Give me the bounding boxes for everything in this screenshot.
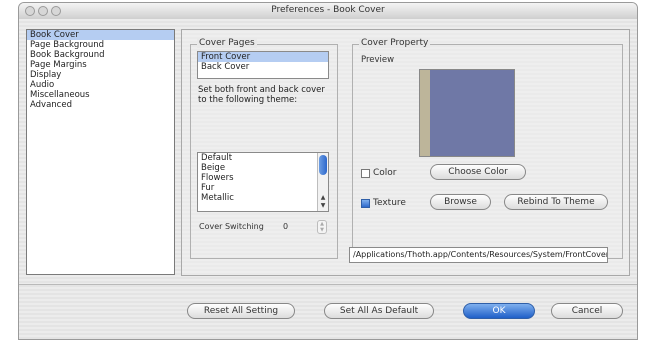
scrollbar-thumb[interactable] — [319, 155, 327, 175]
cover-pages-list[interactable]: Front Cover Back Cover — [197, 51, 329, 79]
cover-switching-label: Cover Switching — [199, 222, 264, 231]
cover-preview-spine — [420, 70, 430, 156]
cover-page-item-back[interactable]: Back Cover — [198, 62, 328, 72]
theme-item-fur[interactable]: Fur — [198, 183, 328, 193]
scroll-down-arrow-icon[interactable]: ▼ — [318, 202, 328, 210]
footer-separator — [19, 284, 637, 285]
theme-item-metallic[interactable]: Metallic — [198, 193, 328, 203]
theme-item-beige[interactable]: Beige — [198, 163, 328, 173]
cover-property-group: Cover Property Preview Color Choose Colo… — [352, 38, 623, 259]
cover-switching-stepper[interactable]: ▲ ▼ — [317, 220, 327, 234]
reset-all-settings-button[interactable]: Reset All Setting — [187, 303, 295, 319]
preview-label: Preview — [361, 55, 395, 65]
scroll-up-arrow-icon[interactable]: ▲ — [318, 194, 328, 202]
theme-item-flowers[interactable]: Flowers — [198, 173, 328, 183]
theme-description: Set both front and back cover to the fol… — [198, 85, 325, 105]
texture-checkbox[interactable] — [361, 199, 370, 208]
category-item-page-background[interactable]: Page Background — [27, 40, 174, 50]
preferences-window: Preferences - Book Cover Book Cover Page… — [18, 2, 638, 340]
category-item-page-margins[interactable]: Page Margins — [27, 60, 174, 70]
category-item-miscellaneous[interactable]: Miscellaneous — [27, 90, 174, 100]
window-title: Preferences - Book Cover — [271, 5, 385, 15]
theme-item-default[interactable]: Default — [198, 153, 328, 163]
color-label: Color — [373, 168, 397, 178]
color-checkbox[interactable] — [361, 169, 370, 178]
texture-path-field[interactable]: /Applications/Thoth.app/Contents/Resourc… — [349, 247, 608, 263]
window-content: Book Cover Page Background Book Backgrou… — [19, 19, 637, 339]
browse-button[interactable]: Browse — [430, 194, 491, 210]
title-bar: Preferences - Book Cover — [19, 3, 637, 20]
theme-list-scrollbar[interactable]: ▲ ▼ — [317, 153, 328, 211]
rebind-to-theme-button[interactable]: Rebind To Theme — [504, 194, 608, 210]
category-item-advanced[interactable]: Advanced — [27, 100, 174, 110]
cover-page-item-front[interactable]: Front Cover — [198, 52, 328, 62]
cover-property-label: Cover Property — [359, 38, 431, 48]
cover-switching-value: 0 — [283, 222, 289, 231]
cover-preview-image — [419, 69, 515, 157]
choose-color-button[interactable]: Choose Color — [430, 164, 526, 180]
cancel-button[interactable]: Cancel — [551, 303, 623, 319]
settings-panel: Cover Pages Front Cover Back Cover Set b… — [181, 29, 630, 276]
cover-pages-label: Cover Pages — [197, 38, 257, 48]
theme-list[interactable]: Default Beige Flowers Fur Metallic ▲ ▼ — [197, 152, 329, 212]
category-item-book-cover[interactable]: Book Cover — [27, 30, 174, 40]
category-item-audio[interactable]: Audio — [27, 80, 174, 90]
cover-pages-group: Cover Pages Front Cover Back Cover Set b… — [190, 38, 338, 259]
set-all-as-default-button[interactable]: Set All As Default — [324, 303, 434, 319]
texture-label: Texture — [373, 198, 406, 208]
category-item-book-background[interactable]: Book Background — [27, 50, 174, 60]
category-list[interactable]: Book Cover Page Background Book Backgrou… — [26, 29, 175, 275]
category-item-display[interactable]: Display — [27, 70, 174, 80]
ok-button[interactable]: OK — [463, 303, 535, 319]
